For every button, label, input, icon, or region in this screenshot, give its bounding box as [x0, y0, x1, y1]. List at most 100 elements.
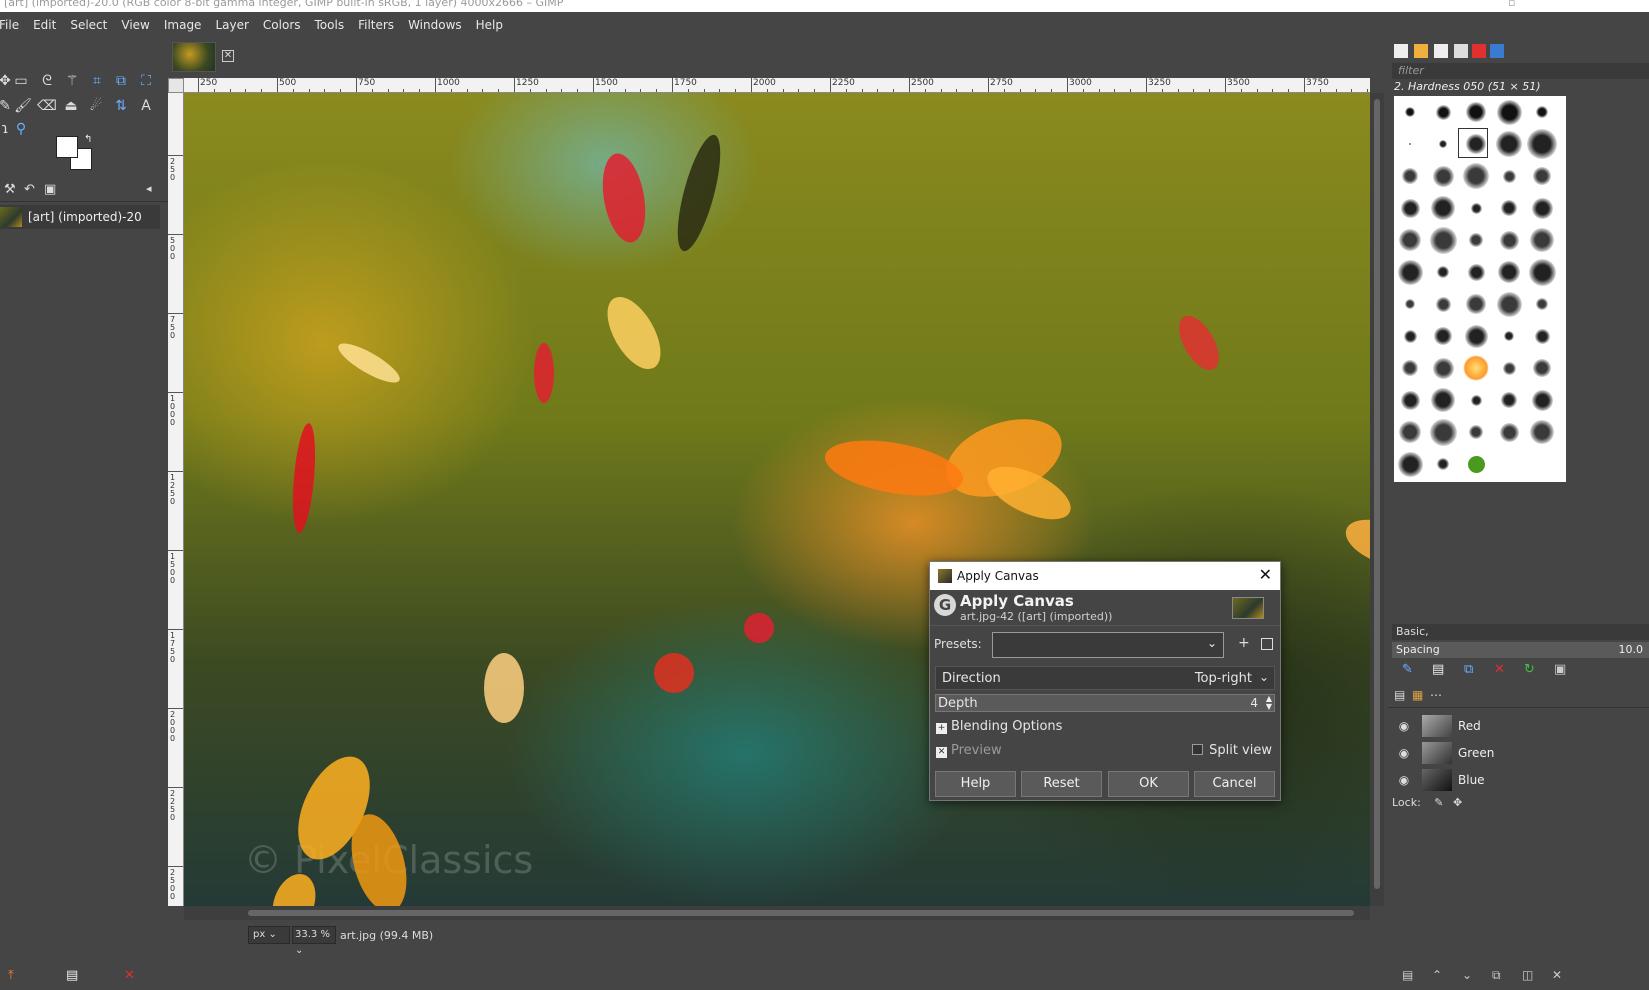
brush-swatch[interactable]	[1405, 299, 1415, 309]
brush-swatch[interactable]	[1400, 390, 1420, 410]
brush-swatch[interactable]	[1403, 329, 1417, 343]
raise-icon[interactable]: ⤒	[8, 968, 14, 983]
brush-swatch[interactable]	[1466, 294, 1486, 314]
brush-swatch[interactable]	[1530, 228, 1554, 252]
duplicate-brush-icon[interactable]: ⧉	[1464, 662, 1473, 677]
brush-swatch[interactable]	[1464, 324, 1488, 348]
brush-swatch[interactable]	[1498, 261, 1520, 283]
menu-help[interactable]: Help	[469, 12, 510, 38]
brush-swatch[interactable]	[1496, 99, 1522, 125]
brush-swatch[interactable]	[1502, 169, 1516, 183]
image-tab-thumbnail[interactable]	[172, 42, 216, 72]
raise-channel-icon[interactable]: ⌃	[1432, 968, 1442, 982]
minimize-icon[interactable]: ▫	[1508, 0, 1515, 9]
brush-swatch[interactable]	[1533, 167, 1551, 185]
channel-to-selection-icon[interactable]: ◫	[1522, 968, 1533, 982]
brush-swatch[interactable]	[1466, 134, 1486, 154]
zoom-tool-icon[interactable]: ⚲	[10, 118, 32, 140]
cancel-button[interactable]: Cancel	[1194, 771, 1275, 797]
eye-icon[interactable]: ◉	[1392, 773, 1416, 787]
smudge-tool-icon[interactable]: ☄	[85, 95, 107, 117]
tool-options-tab-icon[interactable]: ⚒	[4, 182, 16, 197]
brush-swatch[interactable]	[1536, 298, 1548, 310]
horizontal-scrollbar[interactable]	[184, 906, 1370, 920]
brush-swatch[interactable]	[1429, 226, 1457, 254]
menu-windows[interactable]: Windows	[401, 12, 469, 38]
new-channel-icon[interactable]: ▤	[1402, 968, 1413, 982]
new-brush-icon[interactable]: ▤	[1432, 662, 1444, 677]
undo-history-tab-icon[interactable]: ↶	[24, 182, 35, 197]
spacing-slider[interactable]: Spacing 10.0	[1392, 642, 1649, 658]
vertical-ruler[interactable]: 250 500 750 1000 1250 1500 1750 2000 2250 2500	[168, 93, 184, 906]
brush-swatch[interactable]	[1502, 361, 1516, 375]
rect-select-tool-icon[interactable]: ▭	[10, 70, 32, 92]
brush-swatch[interactable]	[1531, 389, 1553, 411]
menu-file[interactable]: File	[0, 12, 26, 38]
image-list-item[interactable]: [art] (imported)-20	[0, 205, 160, 229]
horizontal-ruler[interactable]: 250 500 750 1000 1250 1500 1750 2000 2250 2500 275…	[184, 78, 1370, 93]
zoom-select[interactable]: 33.3 % ⌄	[292, 926, 336, 956]
channels-tab-icon[interactable]: ▦	[1412, 688, 1423, 702]
new-view-icon[interactable]: ▤	[66, 968, 78, 983]
brush-swatch[interactable]	[1399, 421, 1421, 443]
clone-tool-icon[interactable]: ⏏	[60, 95, 82, 117]
brush-swatch[interactable]	[1501, 200, 1517, 216]
brush-swatch[interactable]	[1463, 355, 1489, 381]
brush-swatch[interactable]	[1435, 296, 1451, 312]
brush-swatch[interactable]	[1467, 263, 1485, 281]
menu-tools[interactable]: Tools	[308, 12, 352, 38]
menu-view[interactable]: View	[114, 12, 156, 38]
help-button[interactable]: Help	[935, 771, 1016, 797]
eye-icon[interactable]: ◉	[1392, 746, 1416, 760]
brush-swatch[interactable]	[1467, 455, 1485, 473]
direction-select[interactable]: Direction Top-right ⌄	[935, 666, 1275, 690]
fuzzy-select-tool-icon[interactable]: ⚚	[61, 70, 83, 92]
manage-presets-icon[interactable]	[1261, 638, 1273, 650]
ok-button[interactable]: OK	[1108, 771, 1189, 797]
brush-swatch[interactable]	[1528, 258, 1556, 286]
eye-icon[interactable]: ◉	[1392, 719, 1416, 733]
brush-swatch[interactable]	[1536, 106, 1548, 118]
paintbrush-tool-icon[interactable]: 🖌	[12, 95, 34, 117]
lower-channel-icon[interactable]: ⌄	[1462, 968, 1472, 982]
brush-swatch[interactable]	[1437, 266, 1449, 278]
brush-swatch[interactable]	[1431, 388, 1455, 412]
menu-layer[interactable]: Layer	[208, 12, 255, 38]
brush-swatch[interactable]	[1534, 328, 1550, 344]
reset-button[interactable]: Reset	[1021, 771, 1102, 797]
brush-swatch[interactable]	[1399, 229, 1421, 251]
channel-row[interactable]: ◉ Green	[1392, 739, 1649, 766]
depth-spinscale[interactable]: Depth 4 ▲ ▼	[935, 694, 1275, 712]
close-icon[interactable]: ✕	[1259, 565, 1272, 584]
spin-arrows-icon[interactable]: ▲ ▼	[1266, 695, 1272, 711]
lock-position-icon[interactable]: ✥	[1453, 796, 1462, 809]
brush-swatch[interactable]	[1533, 359, 1551, 377]
brush-swatch[interactable]	[1463, 163, 1489, 189]
brush-swatch[interactable]	[1434, 327, 1452, 345]
measure-tool-icon[interactable]: ⇅	[110, 95, 132, 117]
close-view-icon[interactable]: ✕	[124, 968, 135, 983]
dock-menu-icon[interactable]: ◂	[146, 182, 152, 195]
brush-swatch[interactable]	[1432, 357, 1454, 379]
text-tool-icon[interactable]: A	[135, 95, 157, 117]
channel-row[interactable]: ◉ Red	[1392, 712, 1649, 739]
menu-filters[interactable]: Filters	[351, 12, 401, 38]
menu-select[interactable]: Select	[63, 12, 114, 38]
brush-swatch[interactable]	[1409, 143, 1411, 145]
patterns-tab-icon[interactable]	[1414, 44, 1428, 58]
brush-swatch[interactable]	[1397, 259, 1423, 285]
brush-swatch[interactable]	[1501, 392, 1517, 408]
paths-tab-icon[interactable]: ⋯	[1430, 688, 1442, 702]
swap-colors-icon[interactable]: ↰	[84, 134, 92, 145]
menu-edit[interactable]: Edit	[26, 12, 63, 38]
duplicate-channel-icon[interactable]: ⧉	[1492, 968, 1501, 983]
lasso-tool-icon[interactable]: ᘓ	[36, 70, 58, 92]
brush-swatch[interactable]	[1437, 458, 1449, 470]
brush-grid[interactable]	[1394, 96, 1566, 482]
brush-swatch[interactable]	[1431, 196, 1455, 220]
brush-swatch[interactable]	[1402, 168, 1418, 184]
transform-tool-icon[interactable]: ⧉	[110, 70, 132, 92]
edit-brush-icon[interactable]: ✎	[1402, 662, 1413, 677]
scrollbar-thumb[interactable]	[248, 910, 1354, 916]
palettes-tab-icon[interactable]	[1472, 44, 1486, 58]
